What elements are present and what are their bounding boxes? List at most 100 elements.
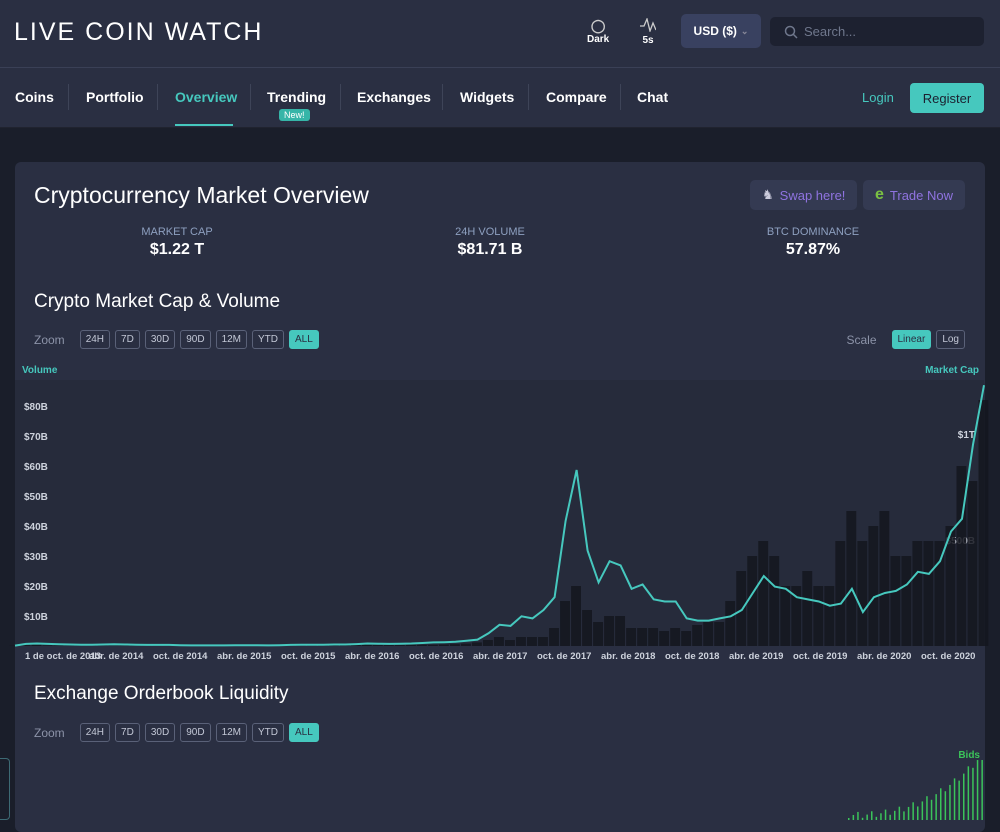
zoom-24h[interactable]: 24H — [80, 330, 110, 349]
bid-bar — [871, 811, 873, 820]
zoom-7d[interactable]: 7D — [115, 330, 140, 349]
zoom-30d[interactable]: 30D — [145, 723, 175, 742]
volume-bar — [527, 637, 537, 646]
bid-bar — [899, 807, 901, 820]
search-input[interactable] — [804, 24, 964, 39]
logo[interactable]: LIVE COIN WATCH — [14, 18, 263, 47]
refresh-toggle[interactable]: 5s — [640, 18, 656, 46]
zoom-12m[interactable]: 12M — [216, 723, 247, 742]
btc-dominance-stat: BTC DOMINANCE57.87% — [713, 226, 913, 259]
volume-bar — [813, 586, 823, 646]
volume-bar — [417, 645, 427, 646]
bid-bar — [853, 815, 855, 820]
stat-value: $81.71 B — [390, 241, 590, 259]
scale-linear[interactable]: Linear — [892, 330, 932, 349]
zoom-30d[interactable]: 30D — [145, 330, 175, 349]
bid-bar — [977, 760, 979, 820]
currency-select[interactable]: USD ($)⌄ — [681, 14, 761, 48]
volume-bar — [692, 625, 702, 646]
volume-bar — [736, 571, 746, 646]
divider — [157, 84, 158, 110]
nav-compare[interactable]: Compare — [546, 89, 607, 105]
volume-bar — [659, 631, 669, 646]
nav-widgets[interactable]: Widgets — [460, 89, 514, 105]
y-tick-label: $80B — [24, 402, 48, 413]
zoom-ytd[interactable]: YTD — [252, 330, 284, 349]
zoom-24h[interactable]: 24H — [80, 723, 110, 742]
unicorn-icon: ♞ — [762, 187, 774, 203]
x-tick-label: oct. de 2018 — [665, 651, 719, 662]
register-button[interactable]: Register — [910, 83, 984, 113]
zoom-90d[interactable]: 90D — [180, 330, 210, 349]
volume-bar — [912, 541, 922, 646]
x-tick-label: abr. de 2018 — [601, 651, 655, 662]
divider — [250, 84, 251, 110]
page-title: Cryptocurrency Market Overview — [34, 182, 369, 209]
bid-bar — [949, 785, 951, 820]
orderbook-zoom-controls: Zoom 24H 7D 30D 90D 12M YTD ALL — [34, 723, 319, 742]
bid-bar — [972, 768, 974, 820]
nav-trending[interactable]: Trending — [267, 89, 326, 105]
login-link[interactable]: Login — [862, 90, 894, 105]
y-tick-label: $10B — [24, 612, 48, 623]
x-tick-label: oct. de 2020 — [921, 651, 975, 662]
zoom-all[interactable]: ALL — [289, 723, 319, 742]
trade-label: Trade Now — [890, 188, 953, 203]
volume-bar — [879, 511, 889, 646]
x-tick-label: oct. de 2016 — [409, 651, 463, 662]
refresh-label: 5s — [640, 35, 656, 46]
zoom-12m[interactable]: 12M — [216, 330, 247, 349]
x-tick-label: oct. de 2014 — [153, 651, 208, 662]
bid-bar — [958, 781, 960, 820]
nav-chat[interactable]: Chat — [637, 89, 668, 105]
bid-bar — [917, 806, 919, 820]
orderbook-chart[interactable] — [840, 760, 985, 820]
zoom-label: Zoom — [34, 333, 65, 347]
divider — [620, 84, 621, 110]
zoom-90d[interactable]: 90D — [180, 723, 210, 742]
lightbulb-icon: ◯ — [587, 18, 609, 34]
y-tick-label: $40B — [24, 522, 48, 533]
nav-portfolio[interactable]: Portfolio — [86, 89, 144, 105]
x-tick-label: oct. de 2019 — [793, 651, 847, 662]
search-box[interactable] — [770, 17, 984, 46]
volume-bar — [428, 645, 438, 646]
market-cap-volume-chart[interactable]: $10B$20B$30B$40B$50B$60B$70B$80B$500B$1T… — [0, 360, 1000, 670]
scale-controls: Scale Linear Log — [846, 330, 965, 349]
zoom-ytd[interactable]: YTD — [252, 723, 284, 742]
x-tick-label: abr. de 2019 — [729, 651, 783, 662]
bid-bar — [889, 815, 891, 820]
volume-bar — [461, 644, 471, 646]
swap-label: Swap here! — [780, 188, 846, 203]
stat-label: BTC DOMINANCE — [713, 226, 913, 238]
zoom-7d[interactable]: 7D — [115, 723, 140, 742]
volume-bar — [802, 571, 812, 646]
volume-bar — [384, 645, 394, 646]
volume-bar — [681, 631, 691, 646]
x-tick-label: oct. de 2015 — [281, 651, 336, 662]
scale-log[interactable]: Log — [936, 330, 965, 349]
volume-bar — [868, 526, 878, 646]
bid-bar — [940, 788, 942, 820]
bid-bar — [912, 802, 914, 820]
volume-bar — [626, 628, 636, 646]
side-tab[interactable] — [0, 758, 10, 820]
bid-bar — [908, 807, 910, 820]
theme-toggle[interactable]: ◯ Dark — [587, 18, 609, 45]
bid-bar — [954, 778, 956, 820]
volume-bar — [824, 586, 834, 646]
nav-exchanges[interactable]: Exchanges — [357, 89, 431, 105]
y-tick-label: $70B — [24, 432, 48, 443]
stat-label: 24H VOLUME — [390, 226, 590, 238]
bid-bar — [968, 766, 970, 820]
x-tick-label: abr. de 2020 — [857, 651, 911, 662]
swap-button[interactable]: ♞ Swap here! — [750, 180, 857, 210]
divider — [340, 84, 341, 110]
currency-value: USD ($) — [694, 24, 737, 38]
nav-overview[interactable]: Overview — [175, 89, 237, 105]
volume-bar — [395, 645, 405, 646]
zoom-all[interactable]: ALL — [289, 330, 319, 349]
volume-bar — [505, 640, 515, 646]
nav-coins[interactable]: Coins — [15, 89, 54, 105]
trade-now-button[interactable]: eTrade Now — [863, 180, 965, 210]
